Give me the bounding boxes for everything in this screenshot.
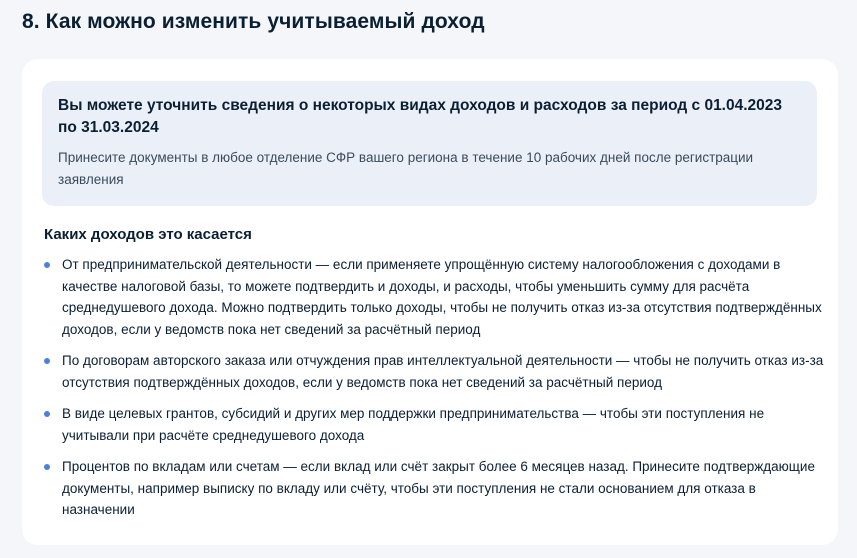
list-item-text: От предпринимательской деятельности — ес… [62,257,822,337]
income-list: От предпринимательской деятельности — ес… [44,254,824,531]
list-item: Процентов по вкладам или счетам — если в… [44,456,824,521]
list-item: По договорам авторского заказа или отчуж… [44,350,824,393]
info-text: Принесите документы в любое отделение СФ… [58,150,754,187]
list-item-text: Процентов по вкладам или счетам — если в… [62,459,815,517]
list-item: От предпринимательской деятельности — ес… [44,254,824,340]
page-title: 8. Как можно изменить учитываемый доход [22,10,485,33]
info-box: Вы можете уточнить сведения о некоторых … [42,81,817,206]
bullet-icon [44,262,50,268]
bullet-icon [44,411,50,417]
info-title: Вы можете уточнить сведения о некоторых … [58,97,783,136]
list-item-text: По договорам авторского заказа или отчуж… [62,353,824,390]
bullet-icon [44,358,50,364]
bullet-icon [44,464,50,470]
list-item: В виде целевых грантов, субсидий и други… [44,403,824,446]
section-heading: Каких доходов это касается [44,226,252,243]
content-card: Вы можете уточнить сведения о некоторых … [22,59,838,545]
list-item-text: В виде целевых грантов, субсидий и други… [62,406,765,443]
